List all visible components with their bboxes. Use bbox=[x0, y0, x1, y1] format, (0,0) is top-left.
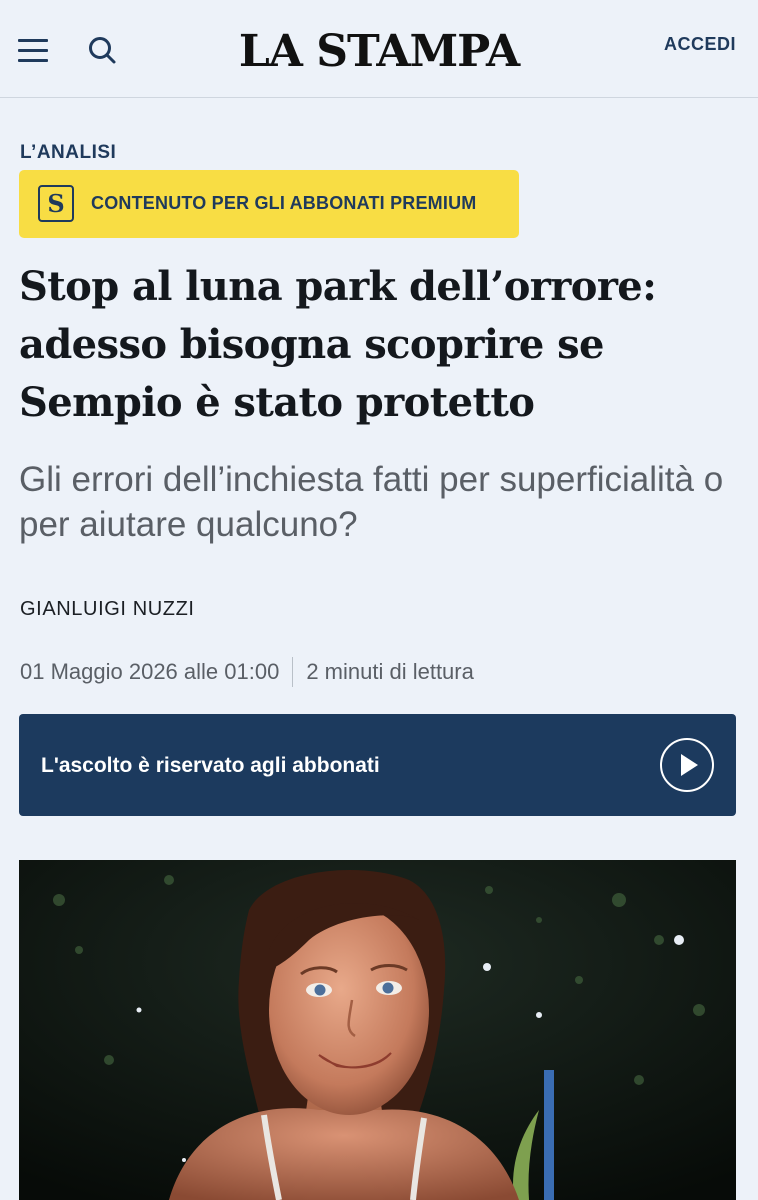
audio-player-banner[interactable]: L'ascolto è riservato agli abbonati bbox=[19, 714, 736, 816]
meta-divider bbox=[292, 657, 294, 687]
premium-content-banner: S CONTENUTO PER GLI ABBONATI PREMIUM bbox=[19, 170, 519, 238]
premium-label: CONTENUTO PER GLI ABBONATI PREMIUM bbox=[91, 193, 477, 213]
login-button[interactable]: ACCEDI bbox=[664, 34, 736, 55]
article-headline: Stop al luna park dell’orrore: adesso bi… bbox=[19, 263, 657, 426]
site-logo[interactable]: LA STAMPA bbox=[0, 26, 758, 77]
article-photo-image bbox=[19, 860, 736, 1200]
article-author[interactable]: GIANLUIGI NUZZI bbox=[20, 598, 195, 621]
article-subtitle: Gli errori dell’inchiesta fatti per supe… bbox=[19, 460, 724, 544]
article-photo bbox=[19, 860, 736, 1200]
site-header: LA STAMPA ACCEDI bbox=[0, 0, 758, 98]
article-meta: 01 Maggio 2026 alle 01:00 2 minuti di le… bbox=[20, 657, 474, 687]
audio-player-label: L'ascolto è riservato agli abbonati bbox=[41, 754, 380, 777]
premium-s-icon: S bbox=[38, 185, 74, 222]
reading-time: 2 minuti di lettura bbox=[306, 659, 474, 684]
play-icon[interactable] bbox=[660, 738, 714, 792]
article-kicker: L’ANALISI bbox=[20, 142, 117, 163]
publish-date: 01 Maggio 2026 alle 01:00 bbox=[20, 659, 280, 684]
